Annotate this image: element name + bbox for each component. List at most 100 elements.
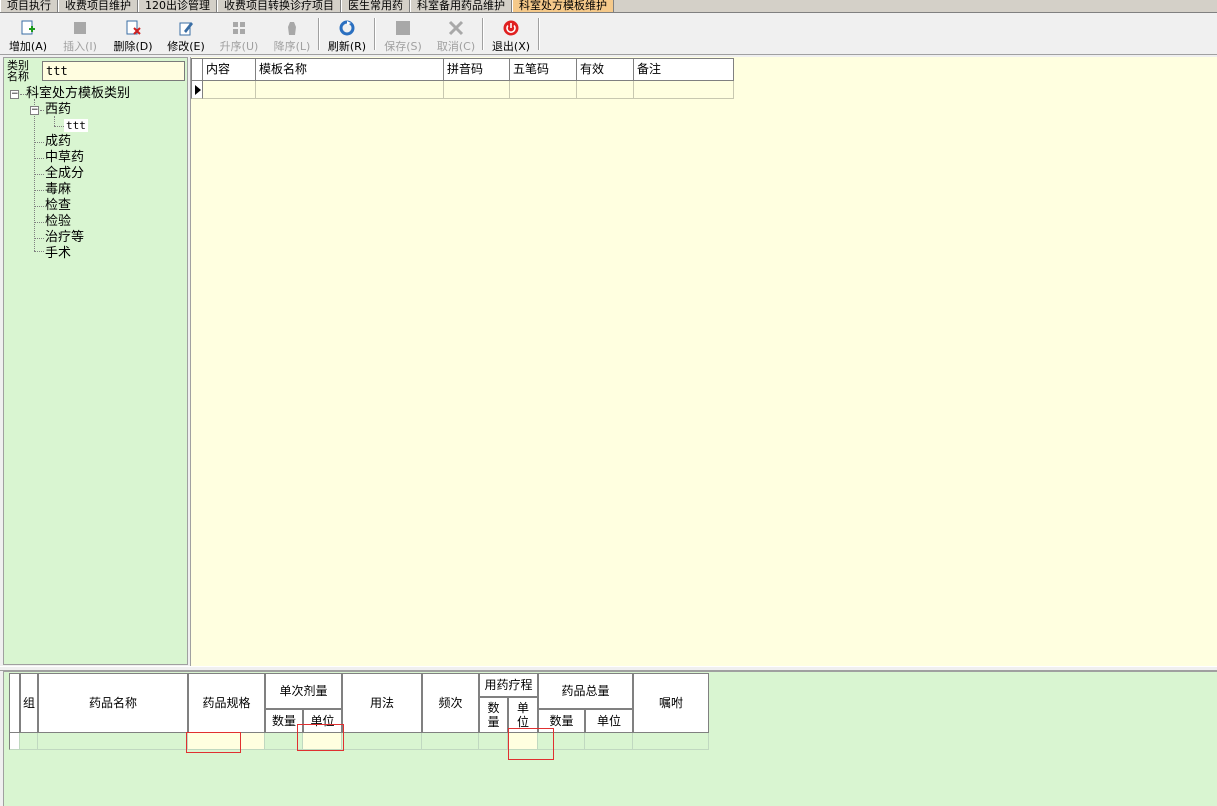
current-row-arrow-icon bbox=[195, 85, 201, 95]
insert-label: 插入(I) bbox=[63, 40, 97, 53]
column-header-drug-spec[interactable]: 药品规格 bbox=[188, 673, 265, 733]
table-cell[interactable] bbox=[633, 733, 709, 750]
save-button[interactable]: 保存(S) bbox=[378, 20, 428, 54]
toolbar: 增加(A) 插入(I) 删除(D) 修改(E) 升序(U) 降序(L) 刷新(R… bbox=[0, 14, 1217, 55]
table-cell[interactable] bbox=[342, 733, 422, 750]
hand-icon bbox=[288, 22, 296, 35]
table-cell[interactable] bbox=[634, 81, 734, 99]
column-header-frequency[interactable]: 频次 bbox=[422, 673, 479, 733]
sort-up-button[interactable]: 升序(U) bbox=[214, 20, 264, 54]
table-cell[interactable] bbox=[444, 81, 510, 99]
tree-item[interactable]: 毒麻 bbox=[45, 182, 71, 198]
sort-down-label: 降序(L) bbox=[273, 40, 311, 53]
tree-item[interactable]: 治疗等 bbox=[45, 230, 84, 246]
column-header[interactable]: 有效 bbox=[577, 58, 634, 81]
prescription-detail-panel: 组 药品名称 药品规格 单次剂量 数量 单位 用法 频次 用药疗程 数量 单位 … bbox=[3, 671, 1217, 806]
modify-label: 修改(E) bbox=[167, 40, 205, 53]
insert-button[interactable]: 插入(I) bbox=[55, 20, 105, 54]
tab-fee-item-maintenance[interactable]: 收费项目维护 bbox=[58, 0, 138, 12]
row-indicator-header bbox=[191, 58, 203, 81]
refresh-button[interactable]: 刷新(R) bbox=[322, 20, 372, 54]
exit-button[interactable]: 退出(X) bbox=[486, 20, 536, 54]
tree-item[interactable]: 中草药 bbox=[45, 150, 84, 166]
tree-item-ttt[interactable]: ttt bbox=[64, 118, 88, 134]
tab-dept-spare-drugs[interactable]: 科室备用药品维护 bbox=[410, 0, 512, 12]
add-icon bbox=[21, 20, 35, 35]
tab-project-execution[interactable]: 项目执行 bbox=[0, 0, 58, 12]
power-icon bbox=[503, 20, 519, 36]
tab-120-dispatch[interactable]: 120出诊管理 bbox=[138, 0, 217, 12]
tree-item-western[interactable]: 西药 bbox=[45, 102, 71, 118]
column-header-group[interactable]: 组 bbox=[20, 673, 38, 733]
template-grid: 内容 模板名称 拼音码 五笔码 有效 备注 bbox=[190, 57, 1217, 666]
app-window: 项目执行 收费项目维护 120出诊管理 收费项目转换诊疗项目 医生常用药 科室备… bbox=[0, 0, 1217, 806]
table-cell[interactable] bbox=[479, 733, 508, 750]
delete-label: 删除(D) bbox=[113, 40, 153, 53]
column-header[interactable]: 模板名称 bbox=[256, 58, 444, 81]
table-cell[interactable] bbox=[38, 733, 188, 750]
add-label: 增加(A) bbox=[8, 40, 48, 53]
cancel-icon bbox=[448, 20, 464, 36]
cancel-button[interactable]: 取消(C) bbox=[431, 20, 481, 54]
column-header-drug-name[interactable]: 药品名称 bbox=[38, 673, 188, 733]
highlight-box bbox=[508, 728, 554, 760]
insert-icon bbox=[74, 22, 86, 34]
column-header-total-unit[interactable]: 单位 bbox=[585, 709, 633, 733]
tree-item[interactable]: 检查 bbox=[45, 198, 71, 214]
column-header[interactable]: 内容 bbox=[203, 58, 256, 81]
row-indicator-header bbox=[9, 673, 20, 733]
highlight-box bbox=[297, 724, 344, 751]
template-grid-header: 内容 模板名称 拼音码 五笔码 有效 备注 bbox=[191, 58, 734, 81]
collapse-toggle[interactable]: − bbox=[10, 90, 19, 99]
table-cell[interactable] bbox=[510, 81, 577, 99]
toolbar-separator bbox=[318, 18, 320, 50]
table-row[interactable] bbox=[191, 81, 734, 99]
exit-label: 退出(X) bbox=[491, 40, 531, 53]
save-label: 保存(S) bbox=[384, 40, 422, 53]
delete-button[interactable]: 删除(D) bbox=[108, 20, 158, 54]
cancel-label: 取消(C) bbox=[436, 40, 476, 53]
toolbar-separator bbox=[482, 18, 484, 50]
column-header-course-qty[interactable]: 数量 bbox=[479, 697, 508, 733]
sort-up-icon bbox=[233, 22, 245, 34]
save-icon bbox=[396, 21, 410, 35]
refresh-icon bbox=[339, 20, 355, 36]
module-tab-strip: 项目执行 收费项目维护 120出诊管理 收费项目转换诊疗项目 医生常用药 科室备… bbox=[0, 0, 1217, 13]
tree-root[interactable]: 科室处方模板类别 bbox=[26, 86, 130, 102]
table-cell[interactable] bbox=[585, 733, 633, 750]
column-header-advice[interactable]: 嘱咐 bbox=[633, 673, 709, 733]
refresh-label: 刷新(R) bbox=[327, 40, 367, 53]
tree-item[interactable]: 手术 bbox=[45, 246, 71, 262]
toolbar-separator bbox=[374, 18, 376, 50]
table-cell[interactable] bbox=[20, 733, 38, 750]
category-name-label: 类别 名称 bbox=[7, 59, 29, 83]
table-cell[interactable] bbox=[256, 81, 444, 99]
column-header-course[interactable]: 用药疗程 bbox=[479, 673, 538, 697]
sort-down-button[interactable]: 降序(L) bbox=[267, 20, 317, 54]
category-name-input[interactable]: ttt bbox=[42, 61, 185, 81]
sort-up-label: 升序(U) bbox=[219, 40, 259, 53]
table-cell[interactable] bbox=[422, 733, 479, 750]
column-header-total[interactable]: 药品总量 bbox=[538, 673, 633, 709]
column-header-usage[interactable]: 用法 bbox=[342, 673, 422, 733]
tab-fee-to-treatment[interactable]: 收费项目转换诊疗项目 bbox=[217, 0, 341, 12]
tree-item[interactable]: 检验 bbox=[45, 214, 71, 230]
table-cell[interactable] bbox=[203, 81, 256, 99]
column-header-single-dose[interactable]: 单次剂量 bbox=[265, 673, 342, 709]
column-header[interactable]: 拼音码 bbox=[444, 58, 510, 81]
modify-button[interactable]: 修改(E) bbox=[161, 20, 211, 54]
column-header[interactable]: 备注 bbox=[634, 58, 734, 81]
edit-icon bbox=[179, 22, 193, 36]
collapse-toggle[interactable]: − bbox=[30, 106, 39, 115]
add-button[interactable]: 增加(A) bbox=[3, 20, 53, 54]
row-indicator bbox=[9, 733, 20, 750]
table-cell[interactable] bbox=[577, 81, 634, 99]
row-indicator bbox=[191, 81, 203, 99]
tree-item[interactable]: 全成分 bbox=[45, 166, 84, 182]
column-header[interactable]: 五笔码 bbox=[510, 58, 577, 81]
tab-doctor-common-drugs[interactable]: 医生常用药 bbox=[341, 0, 410, 12]
delete-icon bbox=[126, 20, 141, 35]
highlight-box bbox=[186, 732, 241, 753]
tab-dept-prescription-templates[interactable]: 科室处方模板维护 bbox=[512, 0, 614, 12]
tree-item[interactable]: 成药 bbox=[45, 134, 71, 150]
